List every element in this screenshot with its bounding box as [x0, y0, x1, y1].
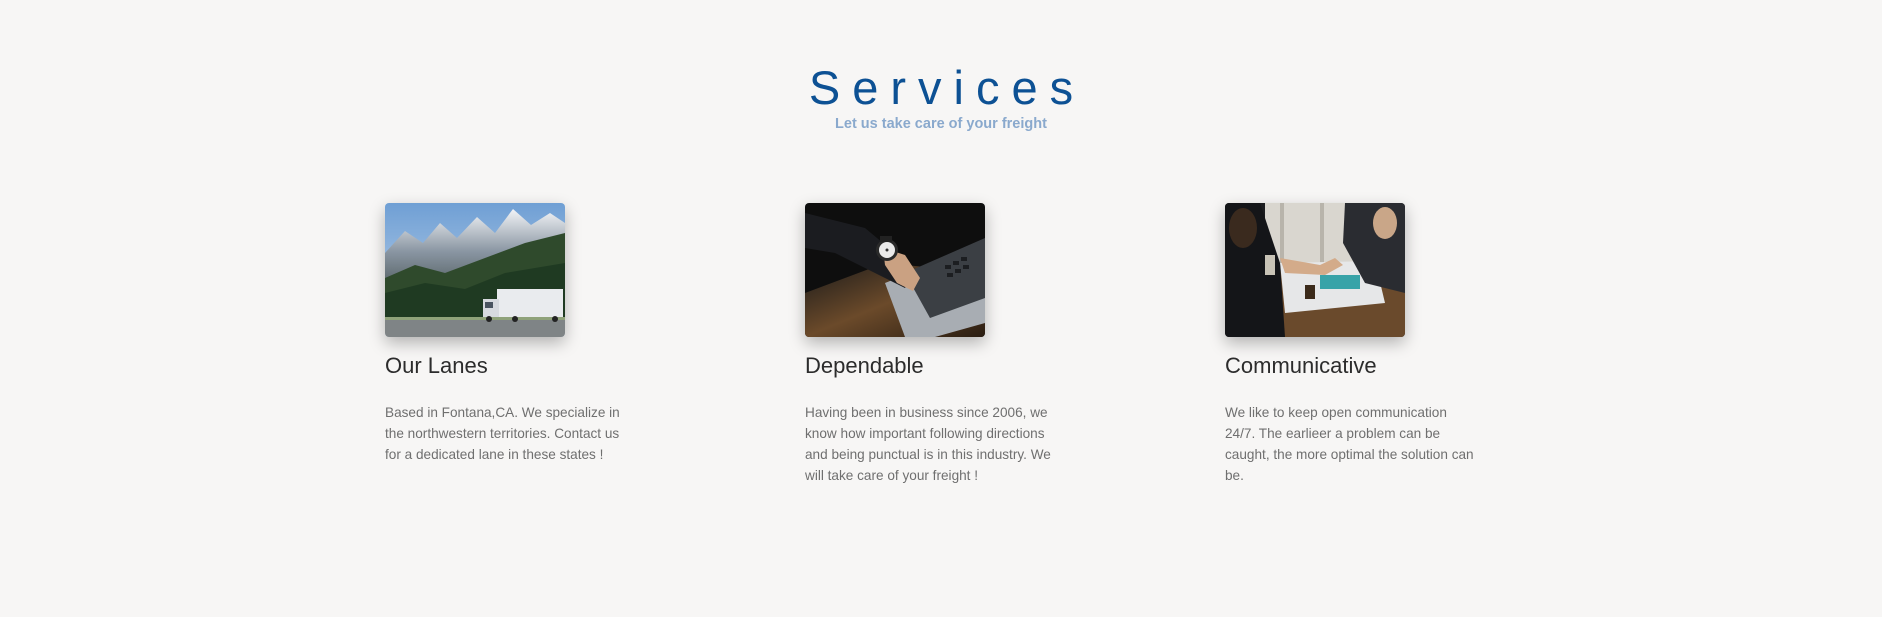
service-card-dependable: Dependable Having been in business since…: [805, 203, 1065, 486]
services-section: Services Let us take care of your freigh…: [0, 0, 1882, 617]
card-title: Dependable: [805, 353, 924, 378]
mountain-truck-image: [385, 203, 565, 337]
card-title: Communicative: [1225, 353, 1377, 378]
section-title: Services: [808, 61, 1086, 114]
wristwatch-laptop-image: [805, 203, 985, 337]
handshake-meeting-image: [1225, 203, 1405, 337]
card-text: Based in Fontana,CA. We specialize in th…: [385, 405, 620, 462]
card-text: Having been in business since 2006, we k…: [805, 405, 1051, 483]
service-card-communicative: Communicative We like to keep open commu…: [1225, 203, 1485, 486]
card-title: Our Lanes: [385, 353, 488, 378]
card-text: We like to keep open communication 24/7.…: [1225, 405, 1474, 483]
section-subtitle: Let us take care of your freight: [835, 116, 1047, 132]
service-card-lanes: Our Lanes Based in Fontana,CA. We specia…: [385, 203, 645, 465]
